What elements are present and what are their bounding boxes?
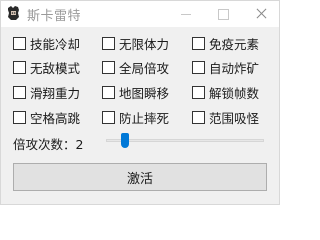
- checkbox-label: 无限体力: [119, 36, 170, 52]
- checkbox-label: 防止摔死: [119, 110, 170, 126]
- checkbox-map-teleport[interactable]: 地图瞬移: [102, 84, 170, 101]
- checkbox-box[interactable]: [192, 60, 205, 74]
- checkbox-infinite-stamina[interactable]: 无限体力: [102, 35, 170, 52]
- maximize-button[interactable]: [205, 1, 241, 27]
- checkbox-box[interactable]: [13, 85, 26, 99]
- checkbox-label: 自动炸矿: [209, 60, 260, 76]
- attack-multiplier-slider[interactable]: [106, 130, 264, 152]
- close-button[interactable]: [243, 1, 279, 27]
- checkbox-element-immunity[interactable]: 免疫元素: [192, 35, 260, 52]
- checkbox-label: 空格高跳: [30, 110, 81, 126]
- checkbox-box[interactable]: [102, 110, 115, 124]
- checkbox-prevent-fall-death[interactable]: 防止摔死: [102, 109, 170, 126]
- slider-track[interactable]: [106, 139, 264, 142]
- checkbox-box[interactable]: [13, 60, 26, 74]
- checkbox-box[interactable]: [192, 36, 205, 50]
- checkbox-label: 全局倍攻: [119, 60, 170, 76]
- checkbox-skill-cooldown[interactable]: 技能冷却: [13, 35, 81, 52]
- checkbox-box[interactable]: [102, 36, 115, 50]
- content-panel: 技能冷却 无限体力 免疫元素 无敌模式 全局倍攻 自动炸矿 滑翔重力 地图瞬移 …: [1, 27, 279, 204]
- checkbox-label: 范围吸怪: [209, 110, 260, 126]
- checkbox-range-mob-vacuum[interactable]: 范围吸怪: [192, 109, 260, 126]
- slider-thumb[interactable]: [121, 133, 129, 148]
- main-window: 斯卡雷特 技能冷却 无限体力 免疫元素 无敌模式 全局倍攻 自动炸矿 滑翔重力 …: [0, 0, 280, 205]
- checkbox-space-high-jump[interactable]: 空格高跳: [13, 109, 81, 126]
- checkbox-box[interactable]: [102, 85, 115, 99]
- checkbox-invincible-mode[interactable]: 无敌模式: [13, 59, 81, 76]
- checkbox-label: 免疫元素: [209, 36, 260, 52]
- checkbox-label: 技能冷却: [30, 36, 81, 52]
- title-bar[interactable]: 斯卡雷特: [1, 1, 279, 27]
- window-title: 斯卡雷特: [27, 9, 82, 24]
- attack-multiplier-label: 倍攻次数：2: [13, 137, 84, 152]
- checkbox-label: 解锁帧数: [209, 85, 260, 101]
- checkbox-unlock-fps[interactable]: 解锁帧数: [192, 84, 260, 101]
- checkbox-box[interactable]: [102, 60, 115, 74]
- app-character-icon: [8, 6, 19, 20]
- checkbox-label: 无敌模式: [30, 60, 81, 76]
- checkbox-glide-gravity[interactable]: 滑翔重力: [13, 84, 81, 101]
- minimize-button[interactable]: [167, 1, 203, 27]
- checkbox-box[interactable]: [13, 110, 26, 124]
- checkbox-auto-blast-ore[interactable]: 自动炸矿: [192, 59, 260, 76]
- checkbox-label: 滑翔重力: [30, 85, 81, 101]
- checkbox-box[interactable]: [192, 110, 205, 124]
- checkbox-box[interactable]: [13, 36, 26, 50]
- checkbox-box[interactable]: [192, 85, 205, 99]
- checkbox-global-damage-multiplier[interactable]: 全局倍攻: [102, 59, 170, 76]
- activate-button[interactable]: 激活: [13, 163, 267, 191]
- checkbox-label: 地图瞬移: [119, 85, 170, 101]
